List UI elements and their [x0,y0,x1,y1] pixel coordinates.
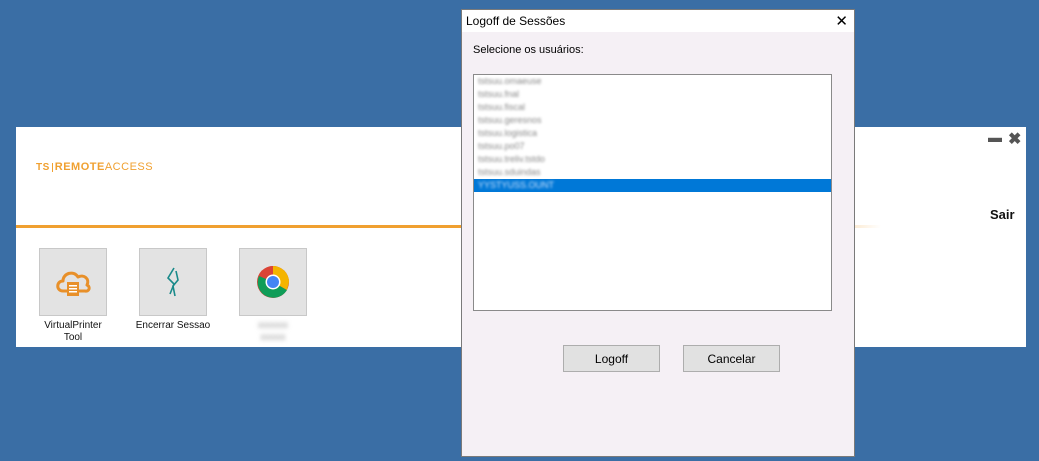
app-tile[interactable] [39,248,107,316]
exit-link[interactable]: Sair [990,207,1015,222]
app-label: xxxxxx xxxxx [258,320,288,343]
user-list-item[interactable]: tstsuu.geresnos [474,114,831,127]
select-users-label: Selecione os usuários: [473,44,584,56]
logoff-arrows-icon [166,267,179,297]
user-list-item[interactable]: tstsuu.treliv.tstdo [474,153,831,166]
user-list-item[interactable]: tstsuu.po07 [474,140,831,153]
user-list-item[interactable]: tstsuu.logistica [474,127,831,140]
dialog-title: Logoff de Sessões [466,14,566,28]
user-list-item[interactable]: tstsuu.omaeuse [474,75,831,88]
app-encerrar-sessao[interactable]: Encerrar Sessao [128,248,218,332]
dialog-titlebar[interactable]: Logoff de Sessões ✕ [462,10,854,32]
logo-access: ACCESS [104,161,154,173]
user-list-item[interactable]: YYSTYUSS.OUNT [474,179,831,192]
remote-access-logo: TS REMOTE ACCESS [36,161,153,173]
logoff-button[interactable]: Logoff [563,345,660,372]
app-virtualprinter[interactable]: VirtualPrinter Tool [28,248,118,344]
minimize-icon[interactable]: ▬ [988,129,1002,145]
user-list-item[interactable]: tstsuu.sduindas [474,166,831,179]
cloud-printer-icon [56,271,91,296]
app-label: Encerrar Sessao [135,320,211,331]
logoff-dialog: Logoff de Sessões ✕ Selecione os usuário… [461,9,855,457]
close-icon[interactable]: ✕ [835,12,848,30]
app-tile[interactable] [139,248,207,316]
logo-ts: TS [36,162,53,172]
app-chrome[interactable]: xxxxxx xxxxx [228,248,318,344]
users-listbox[interactable]: tstsuu.omaeuse tstsuu.fnal tstsuu.fiscal ts… [473,74,832,311]
user-list-item[interactable]: tstsuu.fiscal [474,101,831,114]
chrome-icon [257,266,289,298]
app-tile[interactable] [239,248,307,316]
logo-remote: REMOTE [54,161,105,173]
app-label: VirtualPrinter Tool [44,320,102,343]
close-icon[interactable]: ✖ [1008,129,1021,149]
cancel-button[interactable]: Cancelar [683,345,780,372]
user-list-item[interactable]: tstsuu.fnal [474,88,831,101]
